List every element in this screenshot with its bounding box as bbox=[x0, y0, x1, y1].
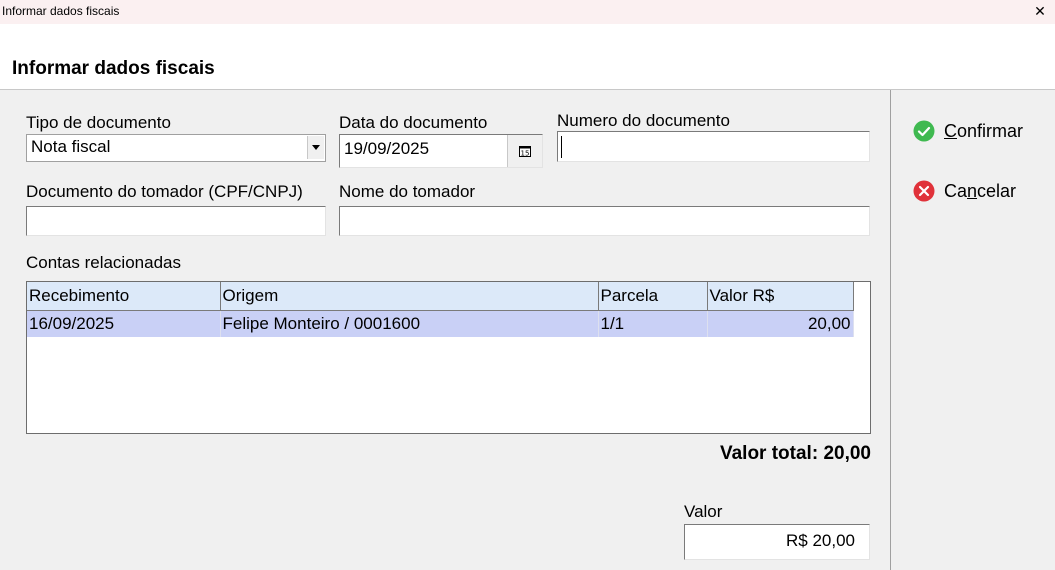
valor-input[interactable]: R$ 20,00 bbox=[684, 524, 870, 560]
cell-recebimento: 16/09/2025 bbox=[27, 310, 221, 337]
chevron-down-icon bbox=[312, 145, 320, 150]
confirmar-label: Confirmar bbox=[944, 120, 1024, 141]
tipo-documento-label: Tipo de documento bbox=[26, 113, 171, 132]
calendar-icon: 15 bbox=[519, 146, 531, 158]
table-header-row: Recebimento Origem Parcela Valor R$ bbox=[27, 282, 854, 311]
title-bar: Informar dados fiscais ✕ bbox=[0, 0, 1055, 24]
tipo-documento-select[interactable]: Nota fiscal bbox=[26, 134, 326, 162]
cell-origem: Felipe Monteiro / 0001600 bbox=[220, 310, 599, 337]
column-header-recebimento[interactable]: Recebimento bbox=[27, 282, 221, 311]
valor-label: Valor bbox=[684, 502, 723, 521]
check-circle-icon bbox=[913, 120, 935, 142]
column-header-parcela[interactable]: Parcela bbox=[598, 282, 708, 311]
data-documento-label: Data do documento bbox=[339, 113, 488, 132]
svg-text:15: 15 bbox=[521, 150, 530, 158]
tipo-documento-value: Nota fiscal bbox=[31, 137, 111, 156]
vertical-divider bbox=[890, 90, 891, 570]
data-documento-field[interactable]: 19/09/2025 15 bbox=[339, 134, 543, 168]
contas-table[interactable]: Recebimento Origem Parcela Valor R$ 16/0… bbox=[26, 281, 871, 434]
nome-tomador-input[interactable] bbox=[339, 206, 870, 236]
cancelar-button[interactable]: Cancelar bbox=[913, 180, 1016, 202]
valor-total: Valor total: 20,00 bbox=[719, 443, 871, 464]
page-title: Informar dados fiscais bbox=[12, 58, 215, 79]
close-button[interactable]: ✕ bbox=[1025, 0, 1055, 24]
valor-value: R$ 20,00 bbox=[786, 531, 855, 550]
cancelar-label: Cancelar bbox=[944, 180, 1017, 201]
dialog-window: Informar dados fiscais ✕ Informar dados … bbox=[0, 0, 1055, 570]
nome-tomador-label: Nome do tomador bbox=[339, 182, 476, 201]
column-header-valor[interactable]: Valor R$ bbox=[707, 282, 854, 311]
close-icon: ✕ bbox=[1034, 4, 1046, 20]
numero-documento-input[interactable] bbox=[557, 131, 870, 162]
x-circle-icon bbox=[913, 180, 935, 202]
confirmar-button[interactable]: Confirmar bbox=[913, 120, 1023, 142]
dropdown-button[interactable] bbox=[307, 136, 324, 159]
numero-documento-label: Numero do documento bbox=[557, 111, 730, 130]
cell-valor: 20,00 bbox=[707, 310, 854, 337]
window-title: Informar dados fiscais bbox=[2, 4, 120, 18]
dialog-header: Informar dados fiscais bbox=[0, 24, 1055, 90]
table-row[interactable]: 16/09/2025 Felipe Monteiro / 0001600 1/1… bbox=[27, 310, 854, 337]
documento-tomador-input[interactable] bbox=[26, 206, 326, 236]
data-documento-value: 19/09/2025 bbox=[344, 139, 430, 158]
calendar-button[interactable]: 15 bbox=[507, 135, 542, 167]
contas-relacionadas-label: Contas relacionadas bbox=[26, 253, 181, 272]
documento-tomador-label: Documento do tomador (CPF/CNPJ) bbox=[26, 182, 303, 201]
cell-parcela: 1/1 bbox=[598, 310, 708, 337]
text-caret bbox=[561, 136, 562, 158]
column-header-origem[interactable]: Origem bbox=[220, 282, 599, 311]
